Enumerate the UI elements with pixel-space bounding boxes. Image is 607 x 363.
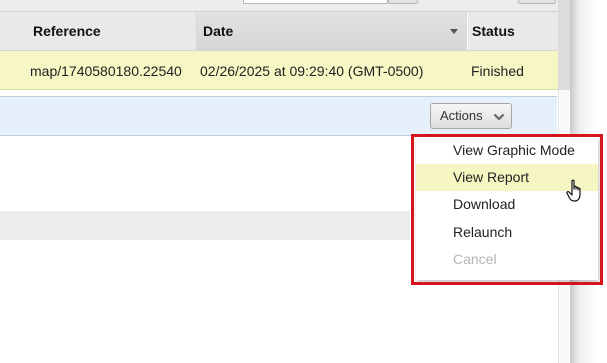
toolbar-button[interactable] — [388, 0, 418, 4]
column-header-date[interactable]: Date — [197, 12, 467, 50]
scrollbar-thumb[interactable] — [558, 0, 570, 90]
hand-pointer-icon — [566, 179, 586, 203]
row-date: 02/26/2025 at 09:29:40 (GMT-0500) — [200, 63, 424, 79]
section-divider — [0, 211, 410, 240]
highlight-outline — [411, 134, 603, 285]
column-header-date-label: Date — [203, 23, 234, 39]
column-header-reference[interactable]: Reference — [27, 12, 197, 50]
actions-button[interactable]: Actions — [430, 103, 512, 129]
sort-desc-icon — [450, 29, 458, 34]
column-header-status[interactable]: Status — [466, 12, 558, 50]
row-status: Finished — [471, 63, 524, 79]
row-reference: map/1740580180.22540 — [30, 63, 182, 79]
filter-input[interactable] — [243, 0, 388, 4]
actions-button-label: Actions — [440, 108, 483, 123]
toolbar-button[interactable] — [518, 0, 556, 4]
chevron-down-icon — [493, 105, 505, 129]
